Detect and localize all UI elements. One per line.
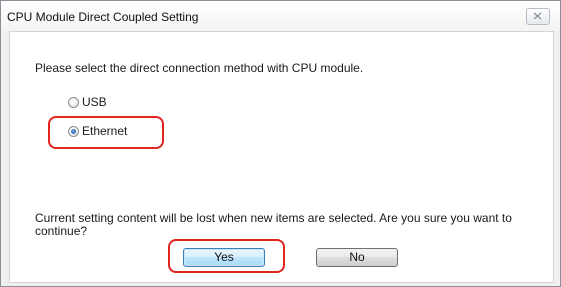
no-button[interactable]: No <box>316 248 398 267</box>
dialog-body: Please select the direct connection meth… <box>9 31 554 283</box>
ethernet-highlight-outline <box>48 116 164 149</box>
usb-label: USB <box>82 95 107 109</box>
usb-option[interactable]: USB <box>68 95 107 109</box>
yes-highlight-outline <box>168 239 285 273</box>
warning-text: Current setting content will be lost whe… <box>35 211 512 238</box>
window-title: CPU Module Direct Coupled Setting <box>7 10 199 24</box>
usb-radio[interactable] <box>68 96 79 108</box>
dialog-window: CPU Module Direct Coupled Setting Please… <box>0 0 561 287</box>
title-bar[interactable]: CPU Module Direct Coupled Setting <box>1 1 560 31</box>
prompt-text: Please select the direct connection meth… <box>35 61 364 75</box>
close-icon <box>533 12 542 20</box>
close-button[interactable] <box>526 8 550 25</box>
